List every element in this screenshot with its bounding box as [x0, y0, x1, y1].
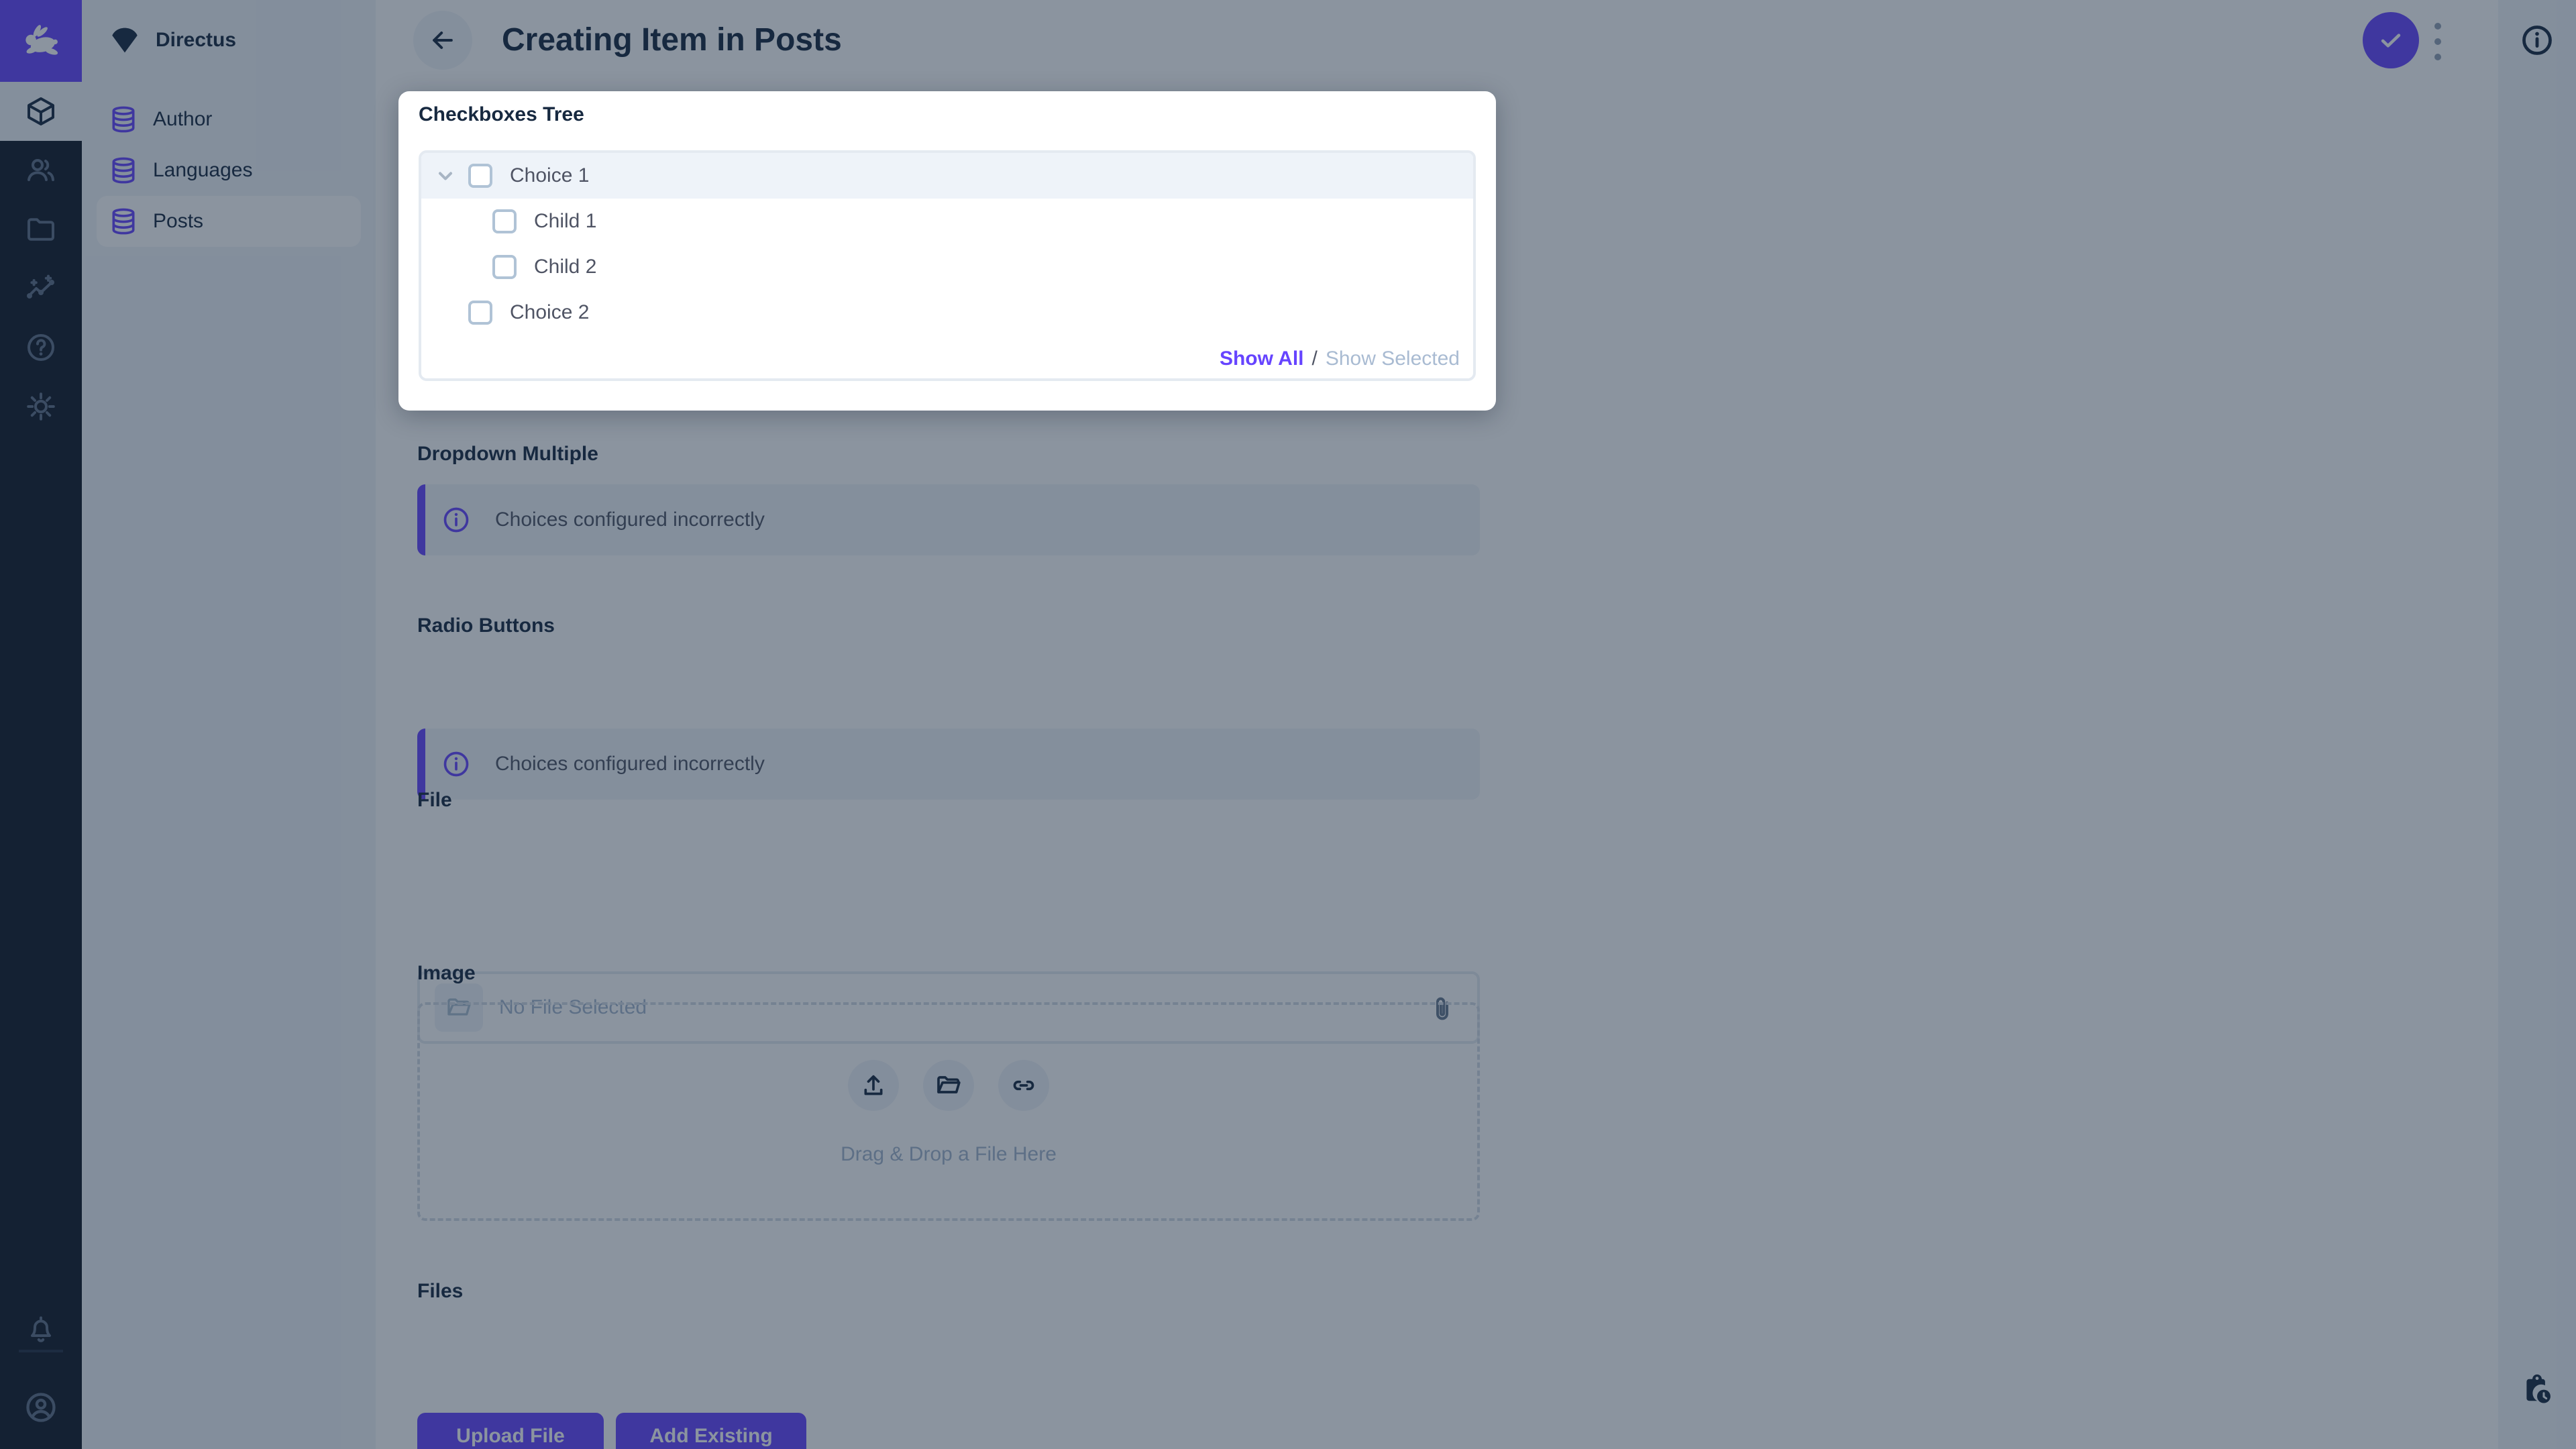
tree-row-choice-2[interactable]: Choice 2	[421, 290, 1473, 335]
checkboxes-tree-popup: Checkboxes Tree Choice 1 Child 1 Child 2…	[398, 91, 1496, 411]
tree-row-child-2[interactable]: Child 2	[421, 244, 1473, 290]
show-selected-link[interactable]: Show Selected	[1326, 347, 1460, 370]
tree-row-child-1[interactable]: Child 1	[421, 199, 1473, 244]
checkbox-choice-1[interactable]	[468, 164, 492, 188]
field-label-checkboxes-tree: Checkboxes Tree	[419, 103, 584, 126]
checkbox-choice-2[interactable]	[468, 301, 492, 325]
tree-row-label: Child 2	[534, 256, 596, 278]
footer-separator: /	[1312, 347, 1318, 370]
tree-footer: Show All / Show Selected	[1220, 347, 1460, 370]
checkboxes-tree-input: Choice 1 Child 1 Child 2 Choice 2 Show A…	[419, 150, 1476, 381]
tree-row-label: Child 1	[534, 210, 596, 233]
checkbox-child-2[interactable]	[492, 255, 517, 279]
tree-row-label: Choice 1	[510, 164, 589, 187]
tree-row-choice-1[interactable]: Choice 1	[421, 153, 1473, 199]
app-window: Directus Author Languages	[0, 0, 2576, 1449]
chevron-down-icon[interactable]	[435, 165, 456, 186]
checkbox-child-1[interactable]	[492, 209, 517, 233]
tree-row-label: Choice 2	[510, 301, 589, 324]
show-all-link[interactable]: Show All	[1220, 347, 1304, 370]
